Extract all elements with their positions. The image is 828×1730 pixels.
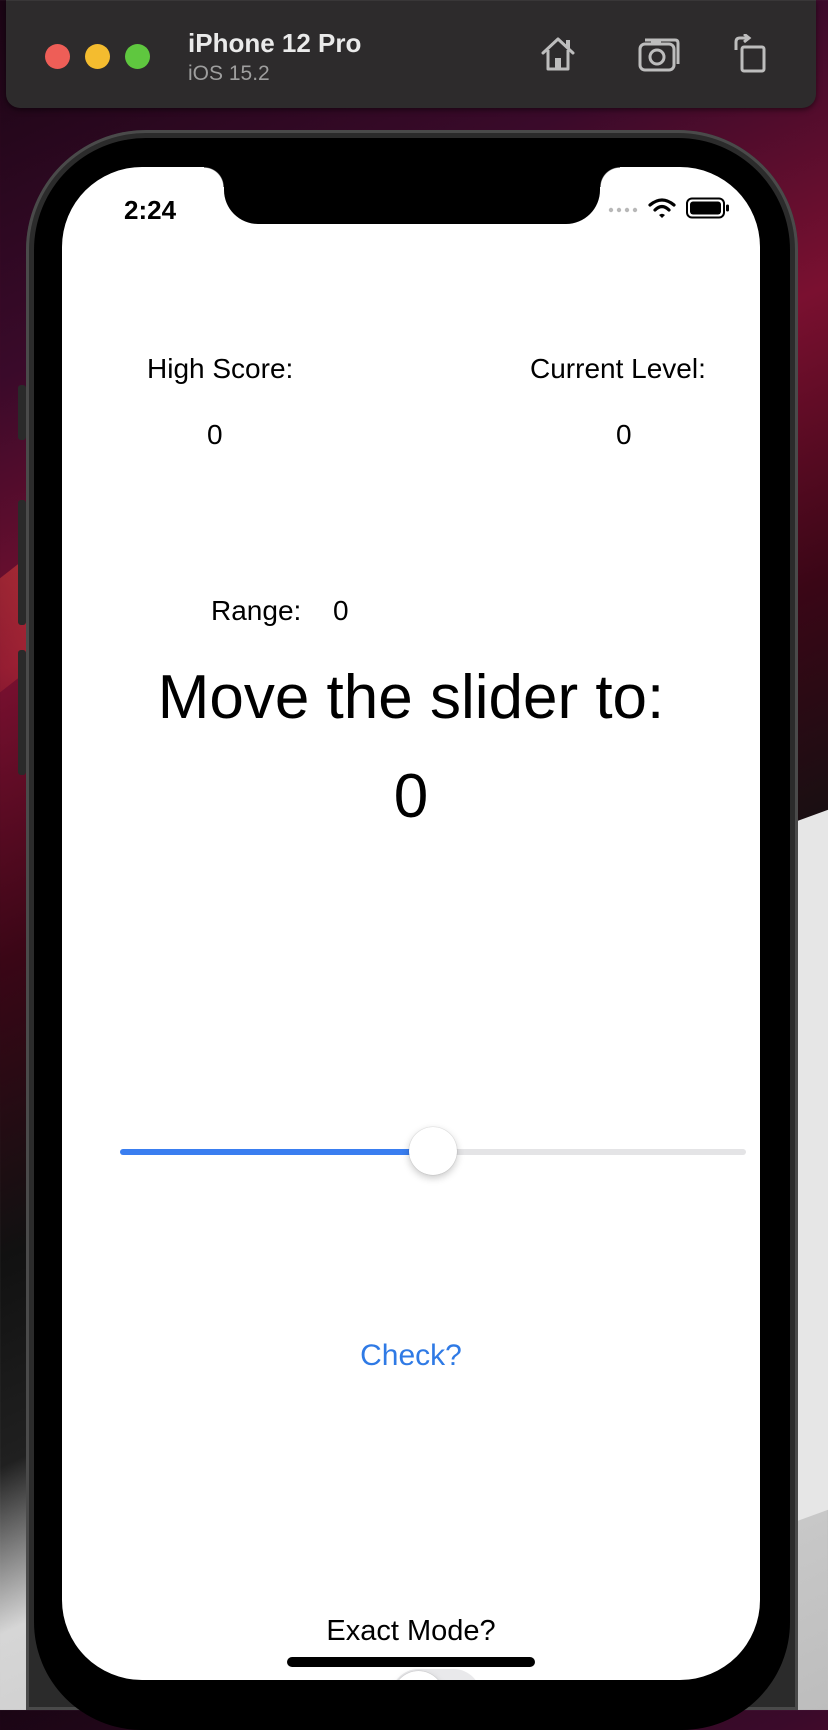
simulator-os-version: iOS 15.2 [188,62,270,85]
home-button[interactable] [532,28,584,80]
volume-down-button [18,650,26,775]
high-score-label: High Score: [147,353,294,384]
rotate-icon [734,34,766,73]
rotate-button[interactable] [724,28,776,80]
simulator-title-bar: iPhone 12 Pro iOS 15.2 [6,0,816,108]
current-level-label: Current Level: [530,353,706,384]
cellular-signal-icon [608,207,638,213]
close-window-button[interactable] [45,44,70,69]
status-icons [608,197,730,219]
slider-fill [120,1149,433,1155]
screenshot-button[interactable] [633,28,685,80]
screenshot-icon [638,38,680,72]
home-indicator [287,1657,535,1667]
zoom-window-button[interactable] [125,44,150,69]
home-icon [541,37,575,71]
check-button[interactable]: Check? [62,1339,760,1373]
battery-icon [686,197,729,219]
value-slider[interactable] [120,1127,746,1175]
target-value: 0 [393,762,429,831]
high-score-value: 0 [207,419,223,450]
range-value: 0 [333,595,349,626]
wifi-icon [648,198,676,218]
simulator-device-name: iPhone 12 Pro [188,28,362,58]
notch [204,167,620,224]
range-label: Range: [211,595,302,626]
slider-prompt: Move the slider to: [157,663,665,732]
status-time: 2:24 [124,195,177,225]
minimize-window-button[interactable] [85,44,110,69]
volume-up-button [18,500,26,625]
slider-thumb[interactable] [409,1127,457,1175]
mute-switch [18,385,26,440]
toggle-knob [393,1671,444,1680]
exact-mode-label: Exact Mode? [326,1615,496,1647]
exact-mode-toggle[interactable] [391,1669,481,1680]
app-screen: 2:24 High Score: 0 Current Level: 0 Rang… [62,167,760,1680]
current-level-value: 0 [616,419,632,450]
